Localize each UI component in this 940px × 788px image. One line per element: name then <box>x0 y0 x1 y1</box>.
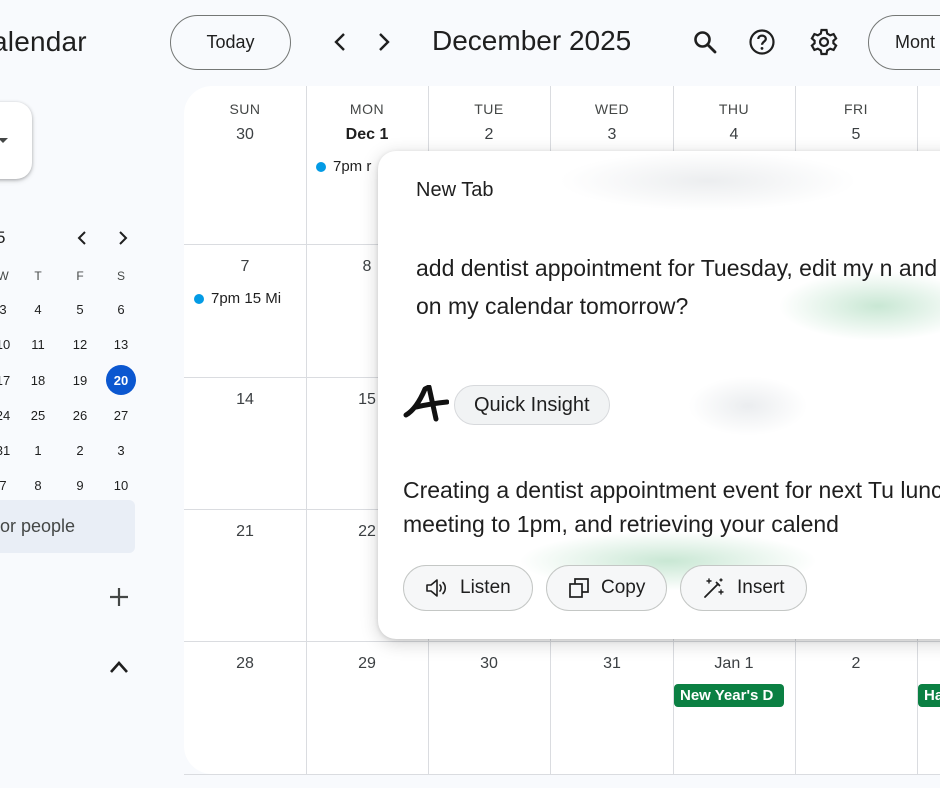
mini-calendar-day[interactable]: 2 <box>65 435 95 465</box>
mini-calendar-day[interactable]: 3 <box>0 294 18 324</box>
day-number[interactable]: 2 <box>795 655 917 673</box>
help-icon[interactable] <box>747 27 777 57</box>
mini-calendar-day[interactable]: 17 <box>0 365 18 395</box>
mini-calendar-day[interactable]: 7 <box>0 470 18 500</box>
mini-calendar-day[interactable]: 13 <box>106 329 136 359</box>
mini-calendar-day[interactable]: 9 <box>65 470 95 500</box>
create-button[interactable] <box>0 102 32 179</box>
today-button[interactable]: Today <box>170 15 291 70</box>
user-query-text: add dentist appointment for Tuesday, edi… <box>416 255 940 319</box>
mini-calendar-day[interactable]: 12 <box>65 329 95 359</box>
copy-label: Copy <box>601 577 646 598</box>
mini-calendar-day[interactable]: 18 <box>23 365 53 395</box>
mini-calendar-prev-icon[interactable] <box>72 228 92 248</box>
day-header: WED <box>594 101 630 117</box>
grid-bottom-border <box>184 774 940 775</box>
mini-calendar-day[interactable]: 31 <box>0 435 18 465</box>
day-number[interactable]: 30 <box>184 126 306 144</box>
mini-calendar-day[interactable]: 1 <box>23 435 53 465</box>
holiday-event-chip[interactable]: Ha <box>918 684 940 707</box>
view-selector-button[interactable]: Mont <box>868 15 940 70</box>
insert-label: Insert <box>737 577 785 598</box>
day-number[interactable]: 30 <box>428 655 550 673</box>
mini-calendar-day[interactable]: 10 <box>0 329 18 359</box>
mini-calendar-month: 5 <box>0 228 6 247</box>
top-bar: alendar Today December 2025 Mont <box>0 0 940 86</box>
event-dot <box>194 293 204 304</box>
day-header: THU <box>718 101 750 117</box>
day-number[interactable]: 5 <box>795 126 917 144</box>
day-number[interactable]: 7 <box>184 258 306 276</box>
mini-calendar-day[interactable]: 25 <box>23 400 53 430</box>
mini-calendar-day[interactable]: 19 <box>65 365 95 395</box>
day-number[interactable]: 31 <box>551 655 673 673</box>
insert-button[interactable]: Insert <box>680 565 807 611</box>
mini-calendar-day-header: W <box>0 269 9 283</box>
copy-button[interactable]: Copy <box>546 565 668 611</box>
chevron-right-icon[interactable] <box>371 28 397 56</box>
day-number[interactable]: 14 <box>184 391 306 409</box>
mini-calendar-day[interactable]: 11 <box>23 329 53 359</box>
chevron-up-icon[interactable] <box>106 654 132 680</box>
background-blur <box>688 376 808 436</box>
mini-calendar-day[interactable]: 24 <box>0 400 18 430</box>
mini-calendar-day[interactable]: 8 <box>23 470 53 500</box>
mini-calendar-next-icon[interactable] <box>113 228 133 248</box>
assistant-logo-icon <box>403 384 450 425</box>
day-header: FRI <box>843 101 869 117</box>
day-number[interactable]: 4 <box>673 126 795 144</box>
app-title: alendar <box>0 26 87 57</box>
assistant-answer-text: Creating a dentist appointment event for… <box>403 477 940 537</box>
mini-calendar-day[interactable]: 5 <box>65 294 95 324</box>
search-icon[interactable] <box>690 27 720 57</box>
day-header: TUE <box>474 101 504 117</box>
day-number[interactable]: 21 <box>184 523 306 541</box>
listen-label: Listen <box>460 577 511 598</box>
speaker-icon <box>426 579 447 597</box>
mini-calendar-day[interactable]: 6 <box>106 294 136 324</box>
event-dot <box>316 161 326 172</box>
mini-calendar-day[interactable]: 27 <box>106 400 136 430</box>
event-label: 7pm 15 Mi <box>211 290 282 307</box>
popup-tab-title: New Tab <box>416 179 494 201</box>
day-number[interactable]: 28 <box>184 655 306 673</box>
day-number[interactable]: 29 <box>306 655 428 673</box>
copy-icon <box>569 578 589 598</box>
search-people-input[interactable]: or people <box>0 500 135 553</box>
mini-calendar-day-header: F <box>76 269 84 283</box>
assistant-popup: New Tab add dentist appointment for Tues… <box>378 151 940 639</box>
chevron-down-icon <box>0 138 8 143</box>
row-divider <box>184 641 940 642</box>
day-number[interactable]: Jan 1 <box>673 655 795 673</box>
mini-calendar-day-header: T <box>34 269 42 283</box>
mini-calendar-day[interactable]: 10 <box>106 470 136 500</box>
magic-wand-icon <box>704 578 724 598</box>
day-number[interactable]: 3 <box>551 126 673 144</box>
day-number[interactable]: 2 <box>428 126 550 144</box>
mini-calendar-today[interactable]: 20 <box>106 365 136 395</box>
listen-button[interactable]: Listen <box>403 565 533 611</box>
calendar-event[interactable]: 7pm 15 Mi <box>194 290 302 307</box>
mini-calendar-day[interactable]: 3 <box>106 435 136 465</box>
day-header: SUN <box>229 101 261 117</box>
chevron-left-icon[interactable] <box>327 28 353 56</box>
background-blur <box>558 151 858 211</box>
plus-icon[interactable] <box>106 584 132 610</box>
event-label: 7pm r <box>333 158 372 175</box>
quick-insight-badge[interactable]: Quick Insight <box>454 385 610 425</box>
day-header: MON <box>349 101 385 117</box>
mini-calendar-day-header: S <box>116 269 125 283</box>
month-title: December 2025 <box>432 25 632 56</box>
holiday-event-chip[interactable]: New Year's D <box>674 684 784 707</box>
gear-icon[interactable] <box>809 27 839 57</box>
mini-calendar-day[interactable]: 26 <box>65 400 95 430</box>
day-number[interactable]: Dec 1 <box>306 126 428 144</box>
mini-calendar-day[interactable]: 4 <box>23 294 53 324</box>
